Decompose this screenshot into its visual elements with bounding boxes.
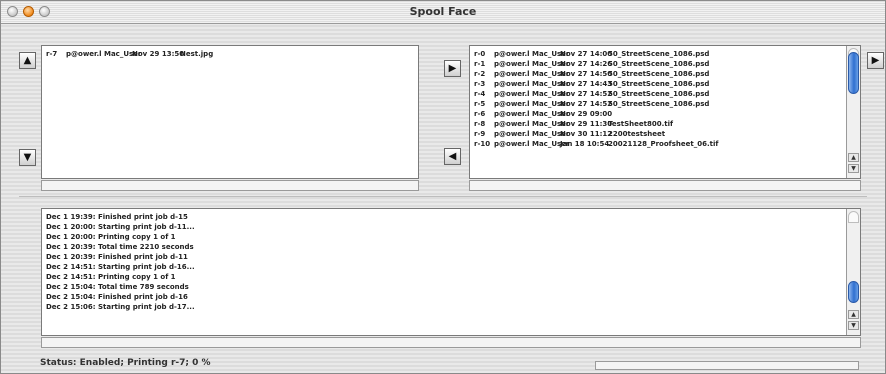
log-scroll-down-icon: ▼: [851, 322, 856, 329]
job-user: p@ower.l Mac_User: [66, 50, 142, 58]
job-user: p@ower.l Mac_User: [494, 90, 570, 98]
queue-row[interactable]: r-9 p@ower.l Mac_User Nov 30 11:12 2200test…: [474, 129, 834, 139]
queue-row[interactable]: r-5 p@ower.l Mac_User Nov 27 14:52 50_Stree…: [474, 99, 834, 109]
title-bar[interactable]: Spool Face: [1, 1, 885, 24]
job-date: Jan 18 10:54: [560, 140, 610, 148]
job-user: p@ower.l Mac_User: [494, 120, 570, 128]
job-date: Nov 29 13:50: [132, 50, 185, 58]
queue-row[interactable]: r-10 p@ower.l Mac_User Jan 18 10:54 2002112…: [474, 139, 834, 149]
job-filename: 50_StreetScene_1086.psd: [608, 90, 710, 98]
held-queue-hscrollbar[interactable]: [41, 180, 419, 191]
job-date: Nov 27 14:00: [560, 50, 613, 58]
log-scroll-down-arrow[interactable]: ▼: [848, 321, 859, 330]
log-line: Dec 1 20:00: Printing copy 1 of 1: [46, 233, 176, 241]
queue-row[interactable]: r-4 p@ower.l Mac_User Nov 27 14:52 50_Stree…: [474, 89, 834, 99]
job-id: r-5: [474, 100, 486, 108]
move-down-button[interactable]: ▼: [19, 149, 36, 166]
held-queue-list[interactable]: r-7 p@ower.l Mac_User Nov 29 13:50 Nest.jpg: [41, 45, 419, 179]
job-date: Nov 27 14:52: [560, 100, 613, 108]
log-line: Dec 2 14:51: Printing copy 1 of 1: [46, 273, 176, 281]
log-line: Dec 1 19:39: Finished print job d-15: [46, 213, 188, 221]
job-date: Nov 27 14:52: [560, 90, 613, 98]
move-to-held-button[interactable]: ◀: [444, 148, 461, 165]
queue-row[interactable]: r-8 p@ower.l Mac_User Nov 29 11:30 TestShee…: [474, 119, 834, 129]
section-divider: [19, 196, 867, 197]
queue-row[interactable]: r-3 p@ower.l Mac_User Nov 27 14:43 50_Stree…: [474, 79, 834, 89]
job-id: r-6: [474, 110, 486, 118]
queue-row[interactable]: r-1 p@ower.l Mac_User Nov 27 14:26 50_Stree…: [474, 59, 834, 69]
job-filename: 50_StreetScene_1086.psd: [608, 100, 710, 108]
job-user: p@ower.l Mac_User: [494, 140, 570, 148]
scroll-up-arrow[interactable]: ▲: [848, 153, 859, 162]
job-user: p@ower.l Mac_User: [494, 110, 570, 118]
print-queue-vscrollbar[interactable]: ▲ ▼: [846, 46, 860, 178]
spool-face-window: Spool Face ▲ ▼ r-7 p@ower.l Mac_User Nov 2…: [0, 0, 886, 374]
job-filename: TestSheet800.tif: [608, 120, 674, 128]
job-filename: 50_StreetScene_1086.psd: [608, 50, 710, 58]
job-id: r-4: [474, 90, 486, 98]
job-filename: 20021128_Proofsheet_06.tif: [608, 140, 719, 148]
job-date: Nov 29 09:00: [560, 110, 613, 118]
job-filename: 50_StreetScene_1086.psd: [608, 60, 710, 68]
move-up-button[interactable]: ▲: [19, 52, 36, 69]
job-user: p@ower.l Mac_User: [494, 100, 570, 108]
window-title: Spool Face: [409, 5, 477, 18]
job-date: Nov 27 14:50: [560, 70, 613, 78]
move-to-queue-button[interactable]: ▶: [444, 60, 461, 77]
job-id: r-2: [474, 70, 486, 78]
job-date: Nov 29 11:30: [560, 120, 613, 128]
job-date: Nov 30 11:12: [560, 130, 613, 138]
queue-row[interactable]: r-7 p@ower.l Mac_User Nov 29 13:50 Nest.jpg: [46, 49, 414, 59]
log-line: Dec 1 20:39: Total time 2210 seconds: [46, 243, 194, 251]
activity-log[interactable]: Dec 1 19:39: Finished print job d-15 Dec …: [41, 208, 861, 336]
job-user: p@ower.l Mac_User: [494, 50, 570, 58]
job-id: r-9: [474, 130, 486, 138]
down-arrow-icon: ▼: [23, 152, 32, 163]
job-id: r-1: [474, 60, 486, 68]
job-date: Nov 27 14:43: [560, 80, 613, 88]
log-vscrollbar[interactable]: ▲ ▼: [846, 209, 860, 335]
job-filename: 2200testsheet: [608, 130, 666, 138]
right-arrow-icon: ▶: [871, 55, 880, 66]
log-scroll-track-top: [848, 211, 859, 223]
log-line: Dec 2 15:04: Total time 789 seconds: [46, 283, 189, 291]
print-progress-bar: [595, 361, 859, 370]
job-id: r-3: [474, 80, 486, 88]
queue-row[interactable]: r-0 p@ower.l Mac_User Nov 27 14:00 50_Stree…: [474, 49, 834, 59]
job-date: Nov 27 14:26: [560, 60, 613, 68]
scroll-thumb[interactable]: [848, 52, 859, 94]
log-line: Dec 1 20:39: Finished print job d-11: [46, 253, 188, 261]
queue-row[interactable]: r-6 p@ower.l Mac_User Nov 29 09:00: [474, 109, 834, 119]
log-line: Dec 2 15:06: Starting print job d-17...: [46, 303, 195, 311]
queue-row[interactable]: r-2 p@ower.l Mac_User Nov 27 14:50 50_Stree…: [474, 69, 834, 79]
right-arrow-icon: ▶: [448, 63, 457, 74]
log-hscrollbar[interactable]: [41, 337, 861, 348]
job-user: p@ower.l Mac_User: [494, 60, 570, 68]
scroll-down-icon: ▼: [851, 165, 856, 172]
up-arrow-icon: ▲: [23, 55, 32, 66]
left-arrow-icon: ◀: [448, 151, 457, 162]
status-text: Status: Enabled; Printing r-7; 0 %: [40, 358, 211, 368]
job-id: r-10: [474, 140, 491, 148]
log-scroll-up-icon: ▲: [851, 311, 856, 318]
job-user: p@ower.l Mac_User: [494, 130, 570, 138]
job-filename: 50_StreetScene_1086.psd: [608, 70, 710, 78]
scroll-up-icon: ▲: [851, 154, 856, 161]
log-scroll-up-arrow[interactable]: ▲: [848, 310, 859, 319]
log-scroll-thumb[interactable]: [848, 281, 859, 303]
print-queue-hscrollbar[interactable]: [469, 180, 861, 191]
scroll-down-arrow[interactable]: ▼: [848, 164, 859, 173]
job-user: p@ower.l Mac_User: [494, 70, 570, 78]
job-user: p@ower.l Mac_User: [494, 80, 570, 88]
job-id: r-0: [474, 50, 486, 58]
job-filename: 50_StreetScene_1086.psd: [608, 80, 710, 88]
job-id: r-7: [46, 50, 58, 58]
log-line: Dec 1 20:00: Starting print job d-11...: [46, 223, 195, 231]
log-line: Dec 2 15:04: Finished print job d-16: [46, 293, 188, 301]
send-right-button[interactable]: ▶: [867, 52, 884, 69]
print-queue-list[interactable]: r-0 p@ower.l Mac_User Nov 27 14:00 50_Stree…: [469, 45, 861, 179]
job-filename: Nest.jpg: [180, 50, 214, 58]
log-line: Dec 2 14:51: Starting print job d-16...: [46, 263, 195, 271]
job-id: r-8: [474, 120, 486, 128]
